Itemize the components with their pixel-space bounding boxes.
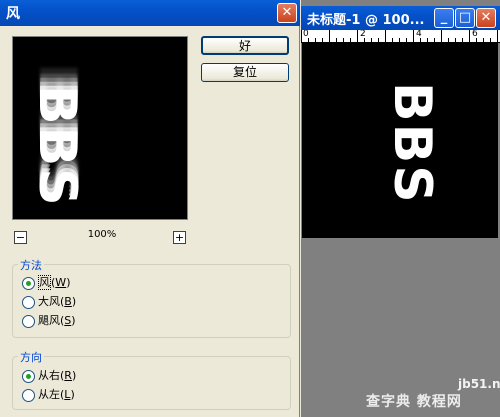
direction-option-from-right[interactable]: 从右(R) [22, 369, 76, 385]
ruler-tick [462, 38, 463, 42]
direction-label: 方向 [18, 349, 44, 365]
ruler-tick [469, 30, 470, 42]
ruler-tick [343, 38, 344, 42]
ruler-tick [357, 30, 358, 42]
radio-selected[interactable] [22, 369, 35, 383]
hotkey: W [55, 276, 67, 289]
zoom-in-button[interactable]: + [173, 231, 186, 244]
ruler-tick [448, 38, 449, 42]
hotkey: S [64, 314, 72, 327]
ruler-tick [434, 38, 435, 42]
option-label: 从左 [38, 388, 60, 401]
option-label: 大风 [38, 295, 60, 308]
zoom-level: 100% [87, 229, 117, 240]
ruler-tick [371, 38, 372, 42]
ruler-tick [364, 38, 365, 42]
ruler-tick [315, 38, 316, 42]
maximize-icon[interactable]: □ [455, 8, 475, 28]
preview-text: BBS [27, 85, 87, 208]
ruler-tick [420, 38, 421, 42]
radio[interactable] [22, 314, 35, 328]
close-icon[interactable]: ✕ [277, 3, 297, 23]
radio[interactable] [22, 295, 35, 309]
direction-option-from-left[interactable]: 从左(L) [22, 388, 75, 404]
dialog-title: 风 [6, 6, 20, 22]
method-option-stagger[interactable]: 飓风(S) [22, 314, 76, 330]
dialog-titlebar[interactable] [0, 0, 300, 26]
ruler-tick [406, 38, 407, 42]
horizontal-ruler: 0 2 4 6 [301, 30, 500, 43]
zoom-out-button[interactable]: − [14, 231, 27, 244]
ruler-tick [322, 38, 323, 42]
method-label: 方法 [18, 257, 44, 273]
ruler-tick [378, 38, 379, 42]
option-label: 风 [38, 275, 51, 290]
option-label: 从右 [38, 369, 60, 382]
ruler-tick [399, 38, 400, 42]
filter-preview[interactable]: BBS [12, 36, 188, 220]
ruler-tick [427, 38, 428, 42]
ruler-tick [476, 38, 477, 42]
method-option-wind[interactable]: 风(W) [22, 275, 70, 292]
reset-button[interactable]: 复位 [201, 63, 289, 82]
ruler-tick [497, 30, 498, 42]
radio[interactable] [22, 388, 35, 402]
option-label: 飓风 [38, 314, 60, 327]
ruler-tick [490, 38, 491, 42]
watermark-domain: jb51.net [458, 377, 500, 391]
document-title: 未标题-1 @ 100... [307, 13, 425, 28]
ok-button[interactable]: 好 [201, 36, 289, 55]
ruler-tick [413, 30, 414, 42]
hotkey: L [64, 388, 71, 401]
ruler-tick [483, 38, 484, 42]
ruler-tick [329, 30, 330, 42]
ruler-tick [385, 30, 386, 42]
hotkey: B [64, 295, 72, 308]
close-icon[interactable]: ✕ [476, 8, 496, 28]
ruler-tick [441, 30, 442, 42]
ruler-tick [455, 38, 456, 42]
watermark-site: 查字典 教程网 [366, 394, 462, 410]
radio-selected[interactable] [22, 276, 35, 290]
hotkey: R [64, 369, 72, 382]
ruler-tick [336, 38, 337, 42]
ruler-tick [392, 38, 393, 42]
method-option-blast[interactable]: 大风(B) [22, 295, 76, 311]
ruler-tick [301, 30, 302, 42]
ruler-tick [350, 38, 351, 42]
ruler-tick [308, 38, 309, 42]
canvas-text: BBS [382, 82, 442, 205]
minimize-icon[interactable]: _ [434, 8, 454, 28]
